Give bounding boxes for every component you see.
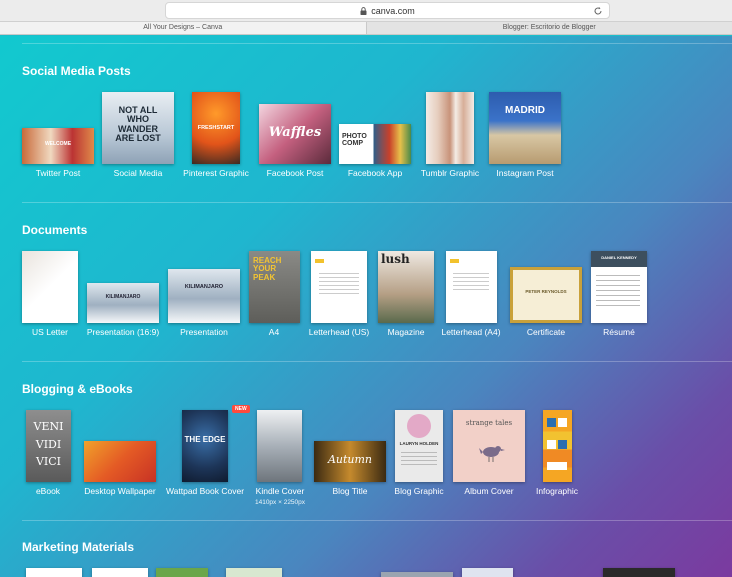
reload-icon[interactable] bbox=[593, 6, 603, 16]
desktop-wallpaper-thumbnail bbox=[84, 441, 156, 482]
address-bar[interactable]: canva.com bbox=[165, 2, 610, 19]
marketing-thumbnail[interactable] bbox=[26, 568, 82, 577]
section-title-social-media-posts: Social Media Posts bbox=[22, 64, 131, 78]
browser-toolbar: canva.com bbox=[0, 0, 732, 22]
design-tile-label: US Letter bbox=[32, 327, 68, 337]
marketing-thumbnail[interactable] bbox=[92, 568, 148, 577]
bird-icon bbox=[479, 446, 505, 462]
marketing-thumbnail[interactable] bbox=[156, 568, 208, 577]
facebook-post-thumbnail: Waffles bbox=[259, 104, 331, 164]
design-tile-label: Twitter Post bbox=[35, 168, 81, 178]
ebook-thumbnail: VENI VIDI VICI bbox=[26, 410, 71, 482]
design-tile-label: Certificate bbox=[526, 327, 566, 337]
marketing-thumbnail[interactable] bbox=[462, 568, 513, 577]
presentation-thumbnail: KILIMANJARO bbox=[168, 269, 240, 323]
design-tile-dimensions: 1410px × 2250px bbox=[254, 499, 306, 506]
a4-thumbnail: REACH YOUR PEAK bbox=[249, 251, 300, 323]
design-tile-label: Instagram Post bbox=[496, 168, 554, 178]
design-tile-label: Résumé bbox=[603, 327, 635, 337]
section-divider bbox=[22, 520, 732, 521]
design-tile-label: Blog Title bbox=[332, 486, 368, 496]
url-text: canva.com bbox=[371, 5, 415, 16]
design-types-page: Social Media Posts WELCOME Twitter Post … bbox=[0, 36, 732, 577]
blog-title-thumbnail: Autumn bbox=[314, 441, 386, 482]
section-title-documents: Documents bbox=[22, 223, 88, 237]
twitter-post-thumbnail: WELCOME bbox=[22, 128, 94, 164]
section-divider bbox=[22, 202, 732, 203]
facebook-app-thumbnail: PHOTO COMP bbox=[339, 124, 411, 164]
marketing-thumbnail[interactable] bbox=[226, 568, 282, 577]
design-tile-label: Letterhead (A4) bbox=[441, 327, 501, 337]
design-tile-label: Letterhead (US) bbox=[308, 327, 370, 337]
section-divider bbox=[22, 43, 732, 44]
instagram-post-thumbnail: MADRID bbox=[489, 92, 561, 164]
design-tile-label: Kindle Cover bbox=[255, 486, 305, 496]
section-divider bbox=[22, 361, 732, 362]
album-cover-thumbnail: strange tales bbox=[453, 410, 525, 482]
design-tile-label: Tumblr Graphic bbox=[420, 168, 480, 178]
us-letter-thumbnail bbox=[22, 251, 78, 323]
design-tile-label: eBook bbox=[35, 486, 61, 496]
design-tile-label: Wattpad Book Cover bbox=[165, 486, 245, 496]
resume-thumbnail: DANIEL KENNEDY bbox=[591, 251, 647, 323]
letterhead-a4-thumbnail bbox=[446, 251, 497, 323]
kindle-cover-thumbnail bbox=[257, 410, 302, 482]
design-tile-label: Desktop Wallpaper bbox=[84, 486, 156, 496]
marketing-thumbnail[interactable] bbox=[603, 568, 675, 577]
design-tile-label: Facebook App bbox=[347, 168, 403, 178]
social-media-thumbnail: NOT ALL WHO WANDER ARE LOST bbox=[102, 92, 174, 164]
design-tile-label: Album Cover bbox=[464, 486, 514, 496]
tumblr-graphic-thumbnail bbox=[426, 92, 474, 164]
design-tile-label: Social Media bbox=[113, 168, 163, 178]
lock-icon bbox=[360, 6, 367, 15]
letterhead-us-thumbnail bbox=[311, 251, 367, 323]
pinterest-graphic-thumbnail: FRESHSTART bbox=[192, 92, 240, 164]
design-tile-label: Facebook Post bbox=[266, 168, 324, 178]
design-tile-label: Pinterest Graphic bbox=[183, 168, 249, 178]
design-tile-label: Infographic bbox=[535, 486, 579, 496]
tab-blogger[interactable]: Blogger: Escritorio de Blogger bbox=[367, 22, 732, 34]
tab-bar: All Your Designs – Canva Blogger: Escrit… bbox=[0, 22, 732, 35]
section-title-marketing-materials: Marketing Materials bbox=[22, 540, 135, 554]
new-badge: NEW bbox=[232, 405, 250, 413]
design-tile-label: Presentation bbox=[180, 327, 228, 337]
presentation-16-9-thumbnail: KILIMANJARO bbox=[87, 283, 159, 323]
design-tile-label: Magazine bbox=[387, 327, 425, 337]
marketing-thumbnail[interactable] bbox=[381, 572, 453, 577]
infographic-thumbnail bbox=[543, 410, 572, 482]
magazine-thumbnail: lush bbox=[378, 251, 434, 323]
design-tile-label: A4 bbox=[268, 327, 280, 337]
design-tile-label: Blog Graphic bbox=[394, 486, 444, 496]
blog-graphic-thumbnail: LAURYN HOLDEN bbox=[395, 410, 443, 482]
wattpad-book-cover-thumbnail: THE EDGE bbox=[182, 410, 228, 482]
section-title-blogging-ebooks: Blogging & eBooks bbox=[22, 382, 133, 396]
tab-canva[interactable]: All Your Designs – Canva bbox=[0, 22, 367, 34]
certificate-thumbnail: PETER REYNOLDS bbox=[510, 267, 582, 323]
design-tile-label: Presentation (16:9) bbox=[86, 327, 160, 337]
